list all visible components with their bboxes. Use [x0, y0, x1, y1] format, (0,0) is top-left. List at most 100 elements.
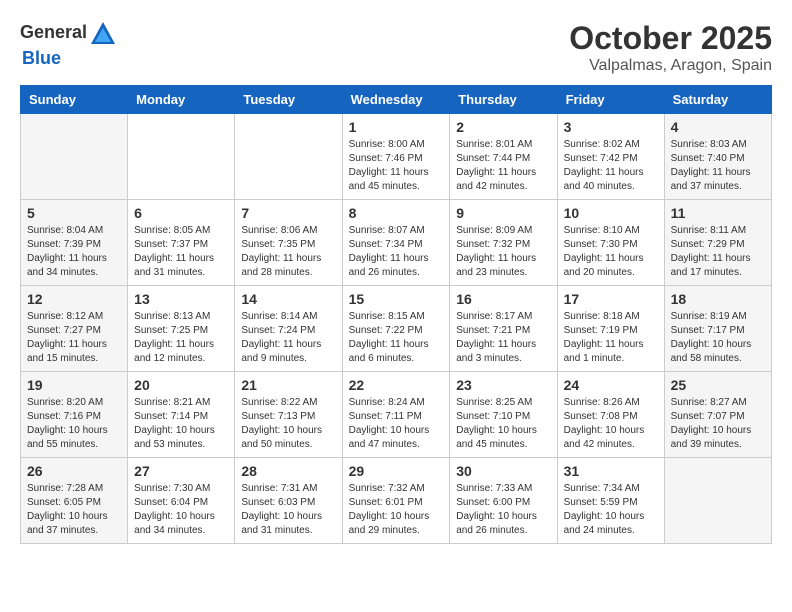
day-number: 12: [27, 291, 121, 307]
day-number: 22: [349, 377, 444, 393]
day-info: Sunrise: 8:00 AM Sunset: 7:46 PM Dayligh…: [349, 138, 444, 194]
day-number: 17: [564, 291, 658, 307]
calendar-cell: 14Sunrise: 8:14 AM Sunset: 7:24 PM Dayli…: [235, 286, 342, 372]
day-number: 13: [134, 291, 228, 307]
day-info: Sunrise: 8:24 AM Sunset: 7:11 PM Dayligh…: [349, 396, 444, 452]
day-number: 16: [456, 291, 550, 307]
header-saturday: Saturday: [664, 86, 771, 114]
day-number: 19: [27, 377, 121, 393]
calendar-cell: 6 Sunrise: 8:05 AM Sunset: 7:37 PM Daylig…: [128, 200, 235, 286]
day-info: Sunrise: 8:26 AM Sunset: 7:08 PM Dayligh…: [564, 396, 658, 452]
day-info: Sunrise: 8:25 AM Sunset: 7:10 PM Dayligh…: [456, 396, 550, 452]
day-info: Sunrise: 7:31 AM Sunset: 6:03 PM Dayligh…: [241, 482, 335, 538]
calendar-header-row: SundayMondayTuesdayWednesdayThursdayFrid…: [21, 86, 772, 114]
calendar-week-1: 1Sunrise: 8:00 AM Sunset: 7:46 PM Daylig…: [21, 114, 772, 200]
day-number: 23: [456, 377, 550, 393]
calendar-week-4: 19 Sunrise: 8:20 AM Sunset: 7:16 PM Dayli…: [21, 372, 772, 458]
calendar-cell: 28Sunrise: 7:31 AM Sunset: 6:03 PM Dayli…: [235, 458, 342, 544]
logo-general: General: [20, 22, 87, 42]
calendar-week-3: 12 Sunrise: 8:12 AM Sunset: 7:27 PM Dayli…: [21, 286, 772, 372]
calendar-cell: 12 Sunrise: 8:12 AM Sunset: 7:27 PM Dayli…: [21, 286, 128, 372]
day-number: 8: [349, 205, 444, 221]
calendar-cell: 17 Sunrise: 8:18 AM Sunset: 7:19 PM Dayli…: [557, 286, 664, 372]
day-info: Sunrise: 8:13 AM Sunset: 7:25 PM Dayligh…: [134, 310, 228, 366]
day-info: Sunrise: 8:12 AM Sunset: 7:27 PM Dayligh…: [27, 310, 121, 366]
day-number: 3: [564, 119, 658, 135]
day-number: 30: [456, 463, 550, 479]
calendar-cell: 23 Sunrise: 8:25 AM Sunset: 7:10 PM Dayli…: [450, 372, 557, 458]
day-info: Sunrise: 8:05 AM Sunset: 7:37 PM Dayligh…: [134, 224, 228, 280]
logo-text: General Blue: [20, 20, 119, 69]
calendar-cell: 30 Sunrise: 7:33 AM Sunset: 6:00 PM Dayli…: [450, 458, 557, 544]
day-info: Sunrise: 8:09 AM Sunset: 7:32 PM Dayligh…: [456, 224, 550, 280]
day-number: 9: [456, 205, 550, 221]
day-info: Sunrise: 8:21 AM Sunset: 7:14 PM Dayligh…: [134, 396, 228, 452]
day-info: Sunrise: 8:18 AM Sunset: 7:19 PM Dayligh…: [564, 310, 658, 366]
calendar-week-2: 5Sunrise: 8:04 AM Sunset: 7:39 PM Daylig…: [21, 200, 772, 286]
day-info: Sunrise: 8:01 AM Sunset: 7:44 PM Dayligh…: [456, 138, 550, 194]
day-number: 21: [241, 377, 335, 393]
day-info: Sunrise: 8:17 AM Sunset: 7:21 PM Dayligh…: [456, 310, 550, 366]
calendar-cell: [235, 114, 342, 200]
day-info: Sunrise: 7:33 AM Sunset: 6:00 PM Dayligh…: [456, 482, 550, 538]
calendar-cell: 7 Sunrise: 8:06 AM Sunset: 7:35 PM Daylig…: [235, 200, 342, 286]
header-friday: Friday: [557, 86, 664, 114]
location-title: Valpalmas, Aragon, Spain: [569, 57, 772, 75]
day-info: Sunrise: 8:04 AM Sunset: 7:39 PM Dayligh…: [27, 224, 121, 280]
calendar-cell: 18Sunrise: 8:19 AM Sunset: 7:17 PM Dayli…: [664, 286, 771, 372]
header-tuesday: Tuesday: [235, 86, 342, 114]
day-info: Sunrise: 8:07 AM Sunset: 7:34 PM Dayligh…: [349, 224, 444, 280]
day-number: 10: [564, 205, 658, 221]
calendar-cell: 20Sunrise: 8:21 AM Sunset: 7:14 PM Dayli…: [128, 372, 235, 458]
day-info: Sunrise: 8:20 AM Sunset: 7:16 PM Dayligh…: [27, 396, 121, 452]
day-info: Sunrise: 7:32 AM Sunset: 6:01 PM Dayligh…: [349, 482, 444, 538]
day-number: 7: [241, 205, 335, 221]
calendar-cell: 9 Sunrise: 8:09 AM Sunset: 7:32 PM Daylig…: [450, 200, 557, 286]
header-wednesday: Wednesday: [342, 86, 450, 114]
day-number: 31: [564, 463, 658, 479]
day-info: Sunrise: 7:34 AM Sunset: 5:59 PM Dayligh…: [564, 482, 658, 538]
logo: General Blue: [20, 20, 119, 69]
calendar-cell: 19 Sunrise: 8:20 AM Sunset: 7:16 PM Dayli…: [21, 372, 128, 458]
header-sunday: Sunday: [21, 86, 128, 114]
day-number: 25: [671, 377, 765, 393]
day-number: 2: [456, 119, 550, 135]
day-info: Sunrise: 7:28 AM Sunset: 6:05 PM Dayligh…: [27, 482, 121, 538]
day-number: 18: [671, 291, 765, 307]
calendar-cell: 25 Sunrise: 8:27 AM Sunset: 7:07 PM Dayli…: [664, 372, 771, 458]
month-title: October 2025: [569, 20, 772, 57]
day-number: 24: [564, 377, 658, 393]
calendar-cell: 5Sunrise: 8:04 AM Sunset: 7:39 PM Daylig…: [21, 200, 128, 286]
day-info: Sunrise: 8:27 AM Sunset: 7:07 PM Dayligh…: [671, 396, 765, 452]
day-info: Sunrise: 8:22 AM Sunset: 7:13 PM Dayligh…: [241, 396, 335, 452]
calendar-cell: 10Sunrise: 8:10 AM Sunset: 7:30 PM Dayli…: [557, 200, 664, 286]
logo-icon: [89, 20, 117, 48]
page-header: General Blue October 2025 Valpalmas, Ara…: [20, 20, 772, 75]
calendar-cell: [664, 458, 771, 544]
calendar-cell: 8 Sunrise: 8:07 AM Sunset: 7:34 PM Daylig…: [342, 200, 450, 286]
day-number: 6: [134, 205, 228, 221]
calendar-cell: 11Sunrise: 8:11 AM Sunset: 7:29 PM Dayli…: [664, 200, 771, 286]
day-number: 27: [134, 463, 228, 479]
calendar-week-5: 26 Sunrise: 7:28 AM Sunset: 6:05 PM Dayli…: [21, 458, 772, 544]
calendar-cell: 22 Sunrise: 8:24 AM Sunset: 7:11 PM Dayli…: [342, 372, 450, 458]
calendar-cell: 27 Sunrise: 7:30 AM Sunset: 6:04 PM Dayli…: [128, 458, 235, 544]
day-number: 26: [27, 463, 121, 479]
day-number: 14: [241, 291, 335, 307]
calendar-cell: 1Sunrise: 8:00 AM Sunset: 7:46 PM Daylig…: [342, 114, 450, 200]
calendar-cell: 2 Sunrise: 8:01 AM Sunset: 7:44 PM Daylig…: [450, 114, 557, 200]
calendar-cell: 21 Sunrise: 8:22 AM Sunset: 7:13 PM Dayli…: [235, 372, 342, 458]
calendar-table: SundayMondayTuesdayWednesdayThursdayFrid…: [20, 85, 772, 544]
calendar-cell: 3 Sunrise: 8:02 AM Sunset: 7:42 PM Daylig…: [557, 114, 664, 200]
calendar-cell: 13 Sunrise: 8:13 AM Sunset: 7:25 PM Dayli…: [128, 286, 235, 372]
day-info: Sunrise: 8:03 AM Sunset: 7:40 PM Dayligh…: [671, 138, 765, 194]
day-number: 29: [349, 463, 444, 479]
day-info: Sunrise: 8:06 AM Sunset: 7:35 PM Dayligh…: [241, 224, 335, 280]
day-info: Sunrise: 7:30 AM Sunset: 6:04 PM Dayligh…: [134, 482, 228, 538]
calendar-cell: 16 Sunrise: 8:17 AM Sunset: 7:21 PM Dayli…: [450, 286, 557, 372]
day-info: Sunrise: 8:02 AM Sunset: 7:42 PM Dayligh…: [564, 138, 658, 194]
header-thursday: Thursday: [450, 86, 557, 114]
title-block: October 2025 Valpalmas, Aragon, Spain: [569, 20, 772, 75]
day-number: 4: [671, 119, 765, 135]
header-monday: Monday: [128, 86, 235, 114]
